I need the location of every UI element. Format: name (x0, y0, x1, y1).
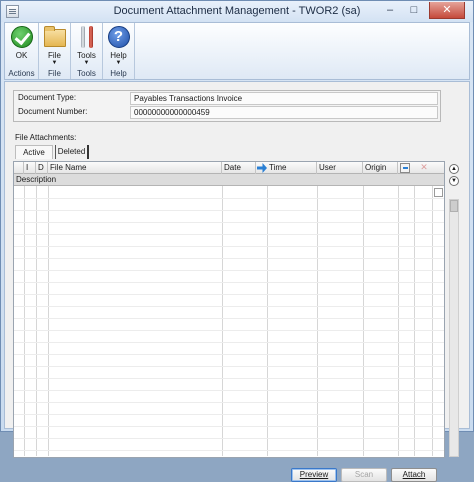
preview-button-label: Preview (299, 470, 329, 479)
grid-row-line (14, 354, 444, 355)
grid-divider (222, 186, 223, 456)
tools-icon (76, 26, 98, 48)
attach-button-label: Attach (402, 470, 426, 479)
group-label-tools: Tools (77, 69, 96, 78)
tab-active[interactable]: Active (15, 145, 53, 159)
attach-button[interactable]: Attach (391, 468, 437, 482)
file-attachments-label: File Attachments: (15, 133, 77, 142)
grid-row-line (14, 198, 444, 199)
grid-divider (414, 186, 415, 456)
grid-row-line (14, 450, 444, 451)
group-label-help: Help (110, 69, 127, 78)
grid-divider (24, 186, 25, 456)
column-header-user[interactable]: User (317, 162, 363, 174)
chevron-down-icon: ▼ (115, 60, 122, 66)
tools-button[interactable]: Tools ▼ (71, 25, 102, 69)
maximize-button[interactable]: □ (403, 2, 425, 19)
row-selector-header (14, 162, 24, 174)
column-header-origin[interactable]: Origin (363, 162, 398, 174)
grid-divider (432, 186, 433, 456)
ribbon-group-actions: OK Actions (5, 23, 39, 79)
ok-button-label: OK (15, 51, 28, 60)
grid-row-line (14, 426, 444, 427)
grid-row-line (14, 342, 444, 343)
grid-divider (363, 186, 364, 456)
grid-row-line (14, 222, 444, 223)
ribbon-group-help: ? Help ▼ Help (103, 23, 135, 79)
grid-row-line (14, 438, 444, 439)
grid-row-line (14, 318, 444, 319)
column-header-d[interactable]: D (36, 162, 48, 174)
select-all-checkbox[interactable] (434, 188, 443, 197)
grid-divider (398, 186, 399, 456)
expand-rows-icon[interactable]: ▼ (449, 176, 459, 186)
grid-divider (36, 186, 37, 456)
main-content: Document Type: Payables Transactions Inv… (4, 81, 470, 482)
help-icon: ? (107, 26, 130, 48)
grid-row-line (14, 366, 444, 367)
preview-button[interactable]: Preview (291, 468, 337, 482)
grid-row-line (14, 258, 444, 259)
tab-deleted[interactable]: Deleted (55, 145, 89, 159)
window: Document Attachment Management - TWOR2 (… (0, 0, 474, 482)
grid-divider (267, 186, 268, 456)
document-type-label: Document Type: (18, 93, 77, 102)
grid-row-line (14, 306, 444, 307)
grid-row-line (14, 282, 444, 283)
help-button[interactable]: ? Help ▼ (103, 25, 134, 69)
file-button-label: File (48, 51, 61, 60)
scan-button[interactable]: Scan (341, 468, 387, 482)
folder-icon (43, 26, 66, 47)
title-bar: Document Attachment Management - TWOR2 (… (1, 1, 473, 22)
ribbon: OK Actions File ▼ File Tools ▼ Tools ? H… (4, 22, 470, 80)
scrollbar-thumb[interactable] (450, 200, 458, 212)
grid-row-line (14, 210, 444, 211)
document-info: Document Type: Payables Transactions Inv… (13, 90, 441, 122)
grid-row-line (14, 270, 444, 271)
ribbon-group-file: File ▼ File (39, 23, 71, 79)
column-header-file-name[interactable]: File Name (48, 162, 222, 174)
grid-row-line (14, 246, 444, 247)
grid-row-line (14, 294, 444, 295)
column-header-i[interactable]: I (24, 162, 36, 174)
grid-row-line (14, 414, 444, 415)
file-button[interactable]: File ▼ (39, 25, 70, 69)
document-type-value: Payables Transactions Invoice (130, 92, 438, 105)
minimize-button[interactable]: – (379, 2, 401, 19)
column-header-time[interactable]: Time (267, 162, 317, 174)
document-number-label: Document Number: (18, 107, 88, 116)
expand-arrow-icon[interactable] (257, 163, 267, 173)
grid-row-line (14, 234, 444, 235)
remove-icon: ✕ (420, 162, 428, 172)
grid-row-line (14, 378, 444, 379)
column-header-description: Description (16, 175, 57, 184)
attachments-grid[interactable]: I D File Name Date Time User Origin ✕ De… (13, 161, 445, 458)
group-label-file: File (48, 69, 61, 78)
collapse-rows-icon[interactable]: ▲ (449, 164, 459, 174)
grid-header: I D File Name Date Time User Origin ✕ (14, 162, 444, 174)
scan-button-label: Scan (354, 470, 374, 479)
help-button-label: Help (110, 51, 127, 60)
grid-row-line (14, 330, 444, 331)
grid-subheader: Description (14, 174, 444, 197)
ok-button[interactable]: OK (5, 25, 38, 69)
column-header-date[interactable]: Date (222, 162, 256, 174)
vertical-scrollbar[interactable] (449, 199, 459, 457)
grid-divider (317, 186, 318, 456)
group-label-actions: Actions (8, 69, 35, 78)
grid-row-line (14, 402, 444, 403)
ribbon-group-tools: Tools ▼ Tools (71, 23, 103, 79)
close-button[interactable]: ✕ (429, 2, 465, 19)
tools-button-label: Tools (77, 51, 96, 60)
grid-row-line (14, 390, 444, 391)
grid-divider (48, 186, 49, 456)
document-number-value: 00000000000000459 (130, 106, 438, 119)
chevron-down-icon: ▼ (51, 60, 58, 66)
ok-check-icon (10, 26, 33, 48)
link-icon[interactable] (400, 163, 410, 173)
chevron-down-icon: ▼ (83, 60, 90, 66)
